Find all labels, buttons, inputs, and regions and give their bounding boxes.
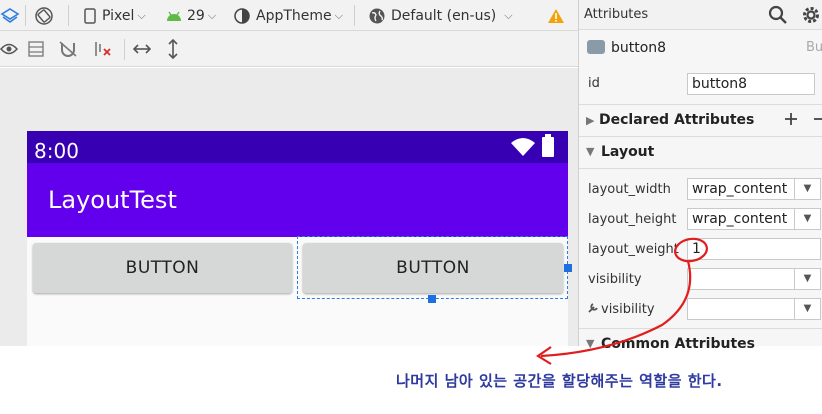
annotation-overlay xyxy=(535,237,708,365)
annotation-note: 나머지 남아 있는 공간을 할당해주는 역할을 한다. xyxy=(396,372,723,390)
annotation-circle xyxy=(674,237,708,263)
annotation-arrow xyxy=(540,260,692,358)
